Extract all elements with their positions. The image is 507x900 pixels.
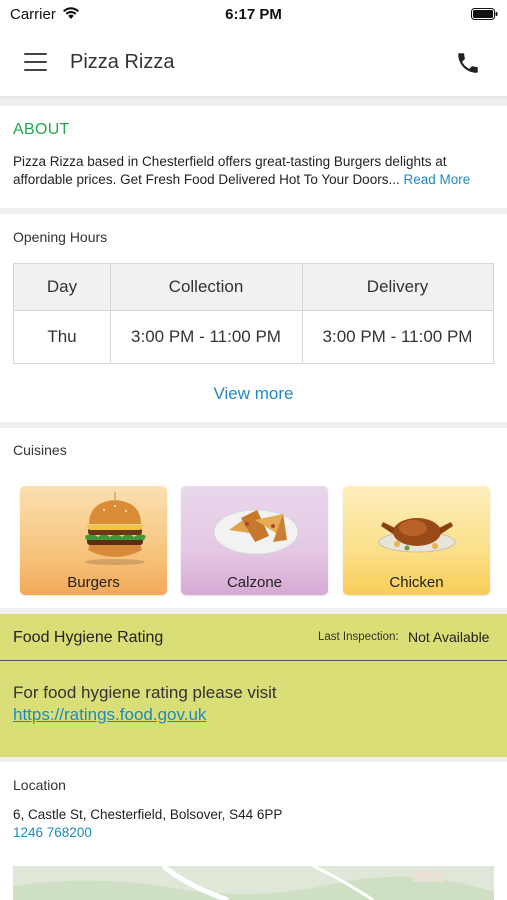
cuisine-tile-chicken[interactable]: Chicken: [343, 486, 490, 595]
burger-image: [85, 492, 146, 565]
read-more-link[interactable]: Read More: [403, 172, 470, 187]
cuisines-heading: Cuisines: [13, 442, 67, 458]
roast-chicken-image: [378, 518, 456, 553]
clock: 6:17 PM: [225, 6, 282, 23]
about-text-line-1: Pizza Rizza based in Chesterfield offers…: [13, 154, 447, 169]
location-heading: Location: [13, 777, 66, 793]
row-delivery-hours: 3:00 PM - 11:00 PM: [322, 327, 473, 346]
view-more-link[interactable]: View more: [0, 384, 507, 404]
hamburger-menu-icon[interactable]: [24, 53, 47, 71]
opening-hours-section: Opening Hours Day Collection Delivery Th…: [0, 214, 507, 422]
calzone-image: [213, 509, 299, 555]
table-row: Thu 3:00 PM - 11:00 PM 3:00 PM - 11:00 P…: [14, 311, 493, 363]
column-header-collection: Collection: [168, 277, 244, 296]
battery-icon: [471, 8, 498, 20]
table-header-row: Day Collection Delivery: [14, 264, 493, 311]
food-hygiene-section: Food Hygiene Rating Last Inspection: Not…: [0, 614, 507, 757]
about-section: ABOUT Pizza Rizza based in Chesterfield …: [0, 106, 507, 208]
last-inspection-value: Not Available: [408, 629, 490, 645]
location-address: 6, Castle St, Chesterfield, Bolsover, S4…: [13, 807, 283, 822]
cuisine-tile-calzone[interactable]: Calzone: [181, 486, 328, 595]
about-text-line-2: affordable prices. Get Fresh Food Delive…: [13, 171, 499, 189]
cuisine-label-chicken: Chicken: [389, 574, 444, 591]
about-text-line-2-body: affordable prices. Get Fresh Food Delive…: [13, 172, 400, 187]
cuisine-tile-burgers[interactable]: Burgers: [20, 486, 167, 595]
location-section: Location 6, Castle St, Chesterfield, Bol…: [0, 762, 507, 900]
food-hygiene-heading: Food Hygiene Rating: [13, 629, 164, 646]
cuisine-label-burgers: Burgers: [67, 574, 120, 591]
column-header-day: Day: [46, 277, 78, 296]
hygiene-info-text: For food hygiene rating please visit: [13, 683, 277, 702]
phone-icon[interactable]: [455, 50, 481, 76]
restaurant-title: Pizza Rizza: [70, 51, 175, 73]
about-description: Pizza Rizza based in Chesterfield offers…: [13, 153, 499, 189]
last-inspection-label: Last Inspection:: [318, 631, 399, 643]
about-heading: ABOUT: [13, 121, 70, 138]
status-bar: Carrier 6:17 PM: [0, 0, 507, 30]
hygiene-divider: [0, 660, 507, 661]
column-header-delivery: Delivery: [366, 277, 429, 296]
hygiene-ratings-link[interactable]: https://ratings.food.gov.uk: [13, 705, 206, 725]
location-phone-link[interactable]: 1246 768200: [13, 825, 92, 840]
cuisines-section: Cuisines Burgers Calzone Chicken: [0, 428, 507, 608]
opening-hours-table: Day Collection Delivery Thu 3:00 PM - 11…: [13, 263, 494, 364]
row-collection-hours: 3:00 PM - 11:00 PM: [131, 327, 281, 346]
location-map[interactable]: [13, 866, 494, 900]
navigation-bar: Pizza Rizza: [0, 30, 507, 96]
row-day: Thu: [47, 327, 77, 346]
opening-hours-heading: Opening Hours: [13, 229, 108, 245]
cuisine-label-calzone: Calzone: [226, 574, 283, 591]
